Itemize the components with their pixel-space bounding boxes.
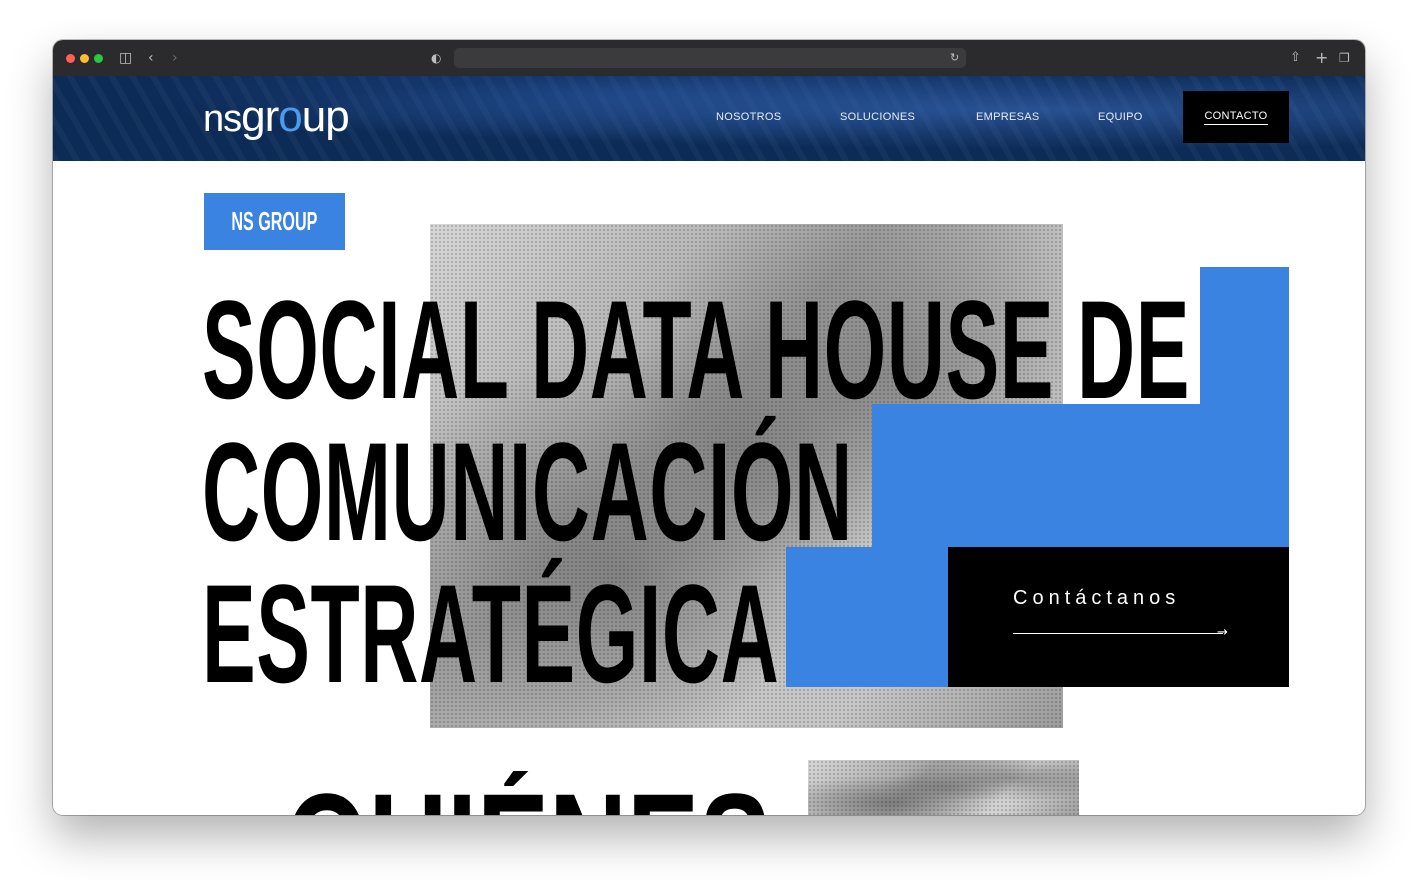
close-window-button[interactable]	[66, 54, 75, 63]
blue-block-top	[1200, 267, 1289, 407]
nav-contacto-button[interactable]: CONTACTO	[1183, 91, 1289, 143]
nsgroup-logo[interactable]: NS group	[203, 92, 350, 141]
contactanos-button[interactable]: Contáctanos →	[948, 547, 1289, 687]
ns-group-badge: NS GROUP	[204, 193, 345, 250]
new-tab-icon[interactable]: +	[1315, 49, 1328, 67]
headline-line-1: SOCIAL DATA HOUSE DE	[202, 271, 1191, 428]
site-header: NS group NOSOTROS SOLUCIONES EMPRESAS EQ…	[53, 76, 1365, 161]
tabs-overview-icon[interactable]: ❐	[1339, 49, 1350, 67]
cta-underline	[1013, 633, 1223, 634]
badge-label: NS GROUP	[231, 206, 318, 236]
nav-soluciones[interactable]: SOLUCIONES	[840, 111, 915, 123]
headline-line-3: ESTRATÉGICA	[202, 555, 780, 712]
hero-section: NS GROUP SOCIAL DATA HOUSE DE COMUNICACI…	[53, 161, 1365, 815]
share-icon[interactable]: ⇧	[1290, 49, 1301, 67]
quienes-heading: QUIÉNES	[285, 771, 1085, 815]
browser-window: ◫ ‹ › ◐ ↻ ⇧ + ❐ NS group NOSOTROS SOLUCI…	[53, 40, 1365, 815]
logo-group: group	[241, 92, 350, 142]
sidebar-icon[interactable]: ◫	[119, 49, 132, 67]
logo-group-start: gr	[241, 92, 279, 141]
cta-label: Contáctanos	[1013, 587, 1181, 609]
hero-headline: SOCIAL DATA HOUSE DE COMUNICACIÓN ESTRAT…	[202, 271, 1191, 712]
forward-icon[interactable]: ›	[172, 49, 178, 67]
back-icon[interactable]: ‹	[148, 49, 154, 67]
quienes-heading-text: QUIÉNES	[285, 771, 771, 815]
arrow-right-icon: →	[1217, 625, 1228, 640]
nav-nosotros[interactable]: NOSOTROS	[716, 111, 781, 123]
zoom-window-button[interactable]	[94, 54, 103, 63]
nav-equipo[interactable]: EQUIPO	[1098, 111, 1143, 123]
headline-line-2: COMUNICACIÓN	[202, 413, 853, 570]
minimize-window-button[interactable]	[80, 54, 89, 63]
nav-empresas[interactable]: EMPRESAS	[976, 111, 1040, 123]
address-bar[interactable]	[454, 48, 966, 68]
nav-contacto-label: CONTACTO	[1204, 110, 1268, 125]
reload-icon[interactable]: ↻	[950, 49, 959, 67]
logo-group-o: o	[278, 92, 303, 141]
browser-toolbar: ◫ ‹ › ◐ ↻ ⇧ + ❐	[53, 40, 1365, 76]
shield-icon[interactable]: ◐	[431, 49, 441, 67]
logo-ns: NS	[203, 98, 242, 140]
logo-group-end: up	[301, 92, 350, 141]
